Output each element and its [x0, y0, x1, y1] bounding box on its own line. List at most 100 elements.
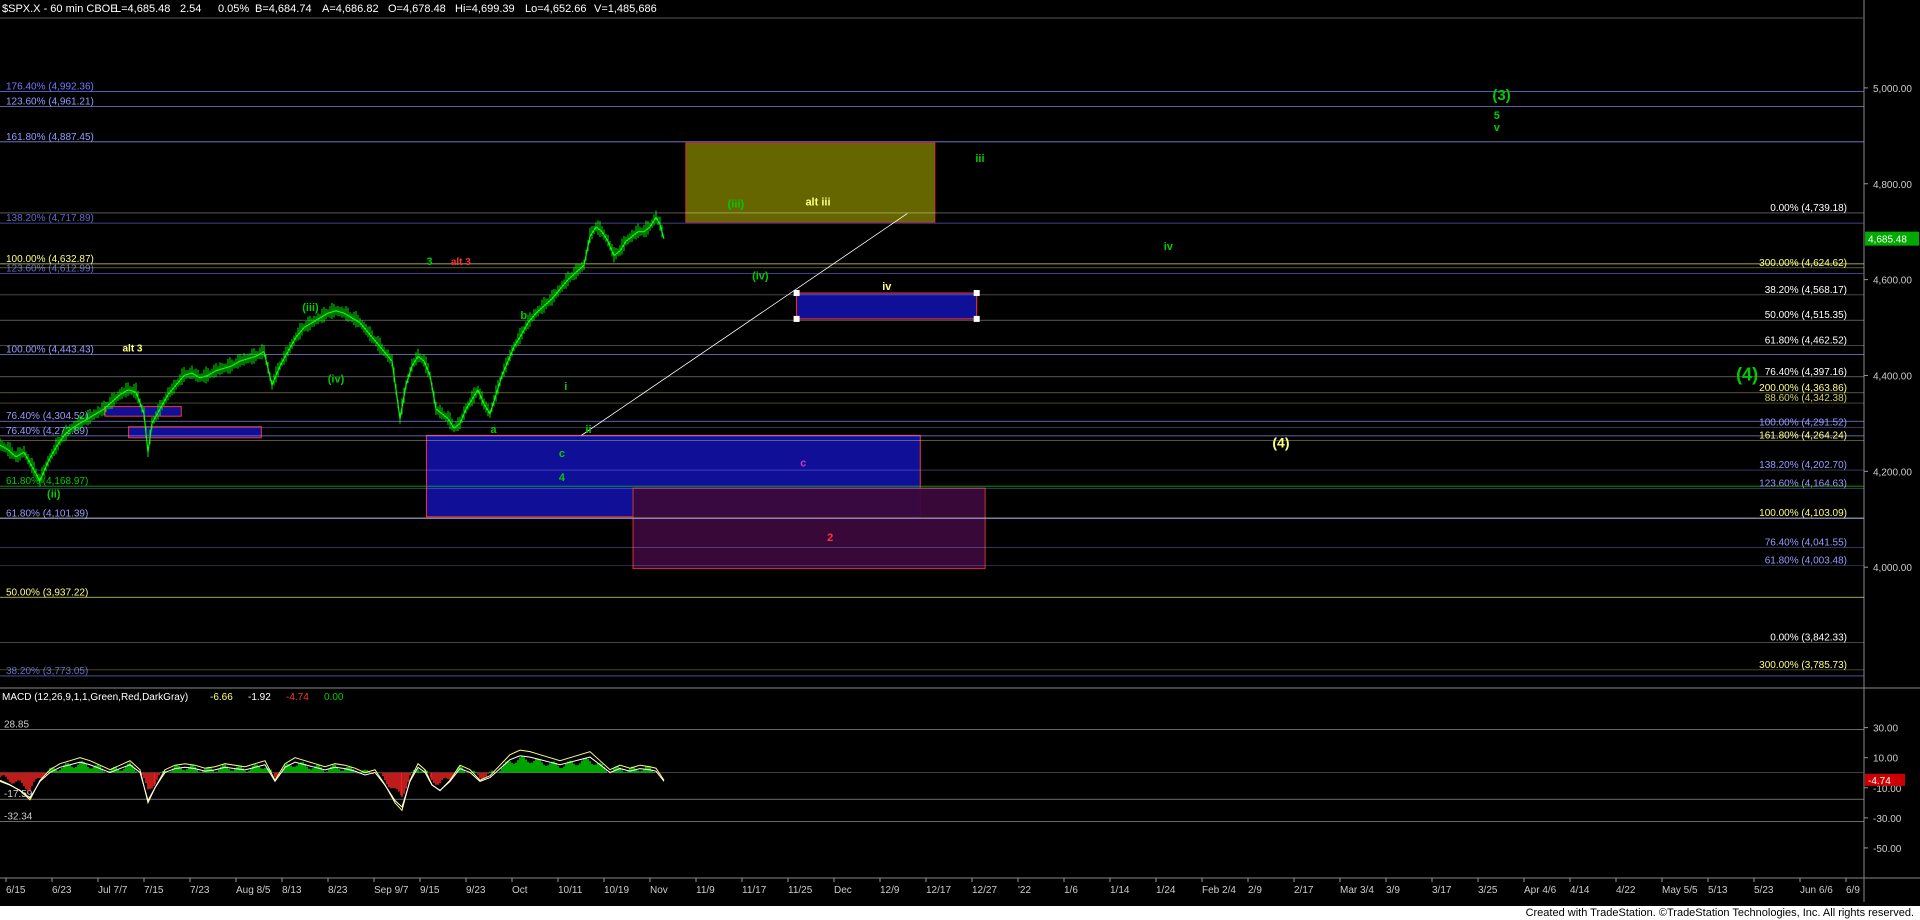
fib-label-left: 176.40% (4,992.36)	[6, 82, 94, 93]
fib-label-right: 38.20% (4,568.17)	[1765, 285, 1847, 296]
fib-label-right: 100.00% (4,291.52)	[1759, 417, 1847, 428]
wave-label: c	[559, 448, 565, 460]
x-tick-label: Sep 9/7	[374, 885, 409, 896]
wave-label: alt 3	[451, 257, 471, 268]
fib-label-left: 61.80% (4,168.97)	[6, 476, 88, 487]
wave-label: 3	[426, 256, 432, 268]
x-tick-label: 5/23	[1754, 885, 1774, 896]
wave-label: (4)	[1736, 364, 1758, 384]
header-open: O=4,678.48	[388, 3, 446, 15]
macd-level-label: -32.34	[4, 811, 33, 822]
price-y-tick-label: 4,000.00	[1873, 563, 1912, 574]
x-tick-label: 7/23	[190, 885, 210, 896]
x-tick-label: 9/15	[420, 885, 440, 896]
price-y-tick-label: 4,200.00	[1873, 467, 1912, 478]
x-tick-label: Mar 3/4	[1340, 885, 1374, 896]
price-y-tick-label: 5,000.00	[1873, 84, 1912, 95]
purple-support-box[interactable]	[632, 487, 986, 570]
x-tick-label: 6/23	[52, 885, 72, 896]
box-handle[interactable]	[793, 315, 800, 322]
wave-label: a	[490, 424, 497, 436]
fib-label-right: 61.80% (4,462.52)	[1765, 335, 1847, 346]
fib-label-right: 76.40% (4,041.55)	[1765, 537, 1847, 548]
x-tick-label: 1/24	[1156, 885, 1176, 896]
x-tick-label: 11/17	[742, 885, 767, 896]
x-tick-label: 12/9	[880, 885, 900, 896]
fib-label-left: 38.20% (3,773.05)	[6, 666, 88, 677]
x-tick-label: 12/27	[972, 885, 997, 896]
fib-label-right: 123.60% (4,164.63)	[1759, 478, 1847, 489]
fib-label-right: 161.80% (4,264.24)	[1759, 431, 1847, 442]
header-low: Lo=4,652.66	[525, 3, 586, 15]
header-symbol: $SPX.X - 60 min CBOE	[2, 3, 118, 15]
x-tick-label: 1/14	[1110, 885, 1130, 896]
header-bid: B=4,684.74	[255, 3, 312, 15]
macd-title: MACD (12,26,9,1,1,Green,Red,DarkGray)	[2, 692, 188, 703]
fib-label-right: 138.20% (4,202.70)	[1759, 460, 1847, 471]
x-tick-label: 3/9	[1386, 885, 1400, 896]
x-tick-label: 3/25	[1478, 885, 1498, 896]
fib-label-right: 50.00% (4,515.35)	[1765, 310, 1847, 321]
x-tick-label: 8/23	[328, 885, 348, 896]
x-tick-label: 4/22	[1616, 885, 1636, 896]
macd-value: 0.00	[324, 692, 344, 703]
x-tick-label: 10/19	[604, 885, 629, 896]
x-tick-label: 2/9	[1248, 885, 1262, 896]
fib-label-left: 100.00% (4,443.43)	[6, 345, 94, 356]
wave-label: 5	[1494, 110, 1500, 122]
wave-label: iii	[975, 153, 984, 165]
wave-label: (iii)	[728, 199, 745, 211]
x-tick-label: 5/13	[1708, 885, 1728, 896]
x-tick-label: 9/23	[466, 885, 486, 896]
header-change: 2.54	[180, 3, 201, 15]
fib-label-left: 161.80% (4,887.45)	[6, 132, 94, 143]
header-last: L=4,685.48	[115, 3, 170, 15]
wave-label: (3)	[1492, 87, 1510, 104]
x-tick-label: 1/6	[1064, 885, 1078, 896]
x-tick-label: Oct	[512, 885, 528, 896]
chart-background	[0, 0, 1920, 920]
box-handle[interactable]	[793, 290, 800, 297]
x-tick-label: 11/25	[788, 885, 813, 896]
fib-label-right: 61.80% (4,003.48)	[1765, 556, 1847, 567]
macd-y-tick-label: 30.00	[1873, 724, 1898, 735]
macd-value: -1.92	[248, 692, 271, 703]
x-tick-label: 10/11	[558, 885, 583, 896]
fib-label-right: 0.00% (4,739.18)	[1770, 203, 1847, 214]
wave-label: (4)	[1272, 434, 1289, 450]
wave-label: v	[1494, 122, 1501, 134]
wave-label: 4	[559, 472, 566, 484]
fib-label-left: 50.00% (3,937.22)	[6, 587, 88, 598]
price-y-tick-label: 4,800.00	[1873, 180, 1912, 191]
x-tick-label: May 5/5	[1662, 885, 1698, 896]
x-tick-label: 6/9	[1846, 885, 1860, 896]
olive-target-box[interactable]	[685, 142, 936, 223]
wave-label: (iv)	[328, 374, 345, 386]
fib-label-left: 123.60% (4,612.99)	[6, 263, 94, 274]
macd-y-tick-label: -30.00	[1873, 814, 1902, 825]
x-tick-label: Nov	[650, 885, 668, 896]
fib-label-left: 76.40% (4,304.52)	[6, 411, 88, 422]
fib-label-right: 300.00% (3,785.73)	[1759, 660, 1847, 671]
wave-label: iv	[882, 281, 892, 293]
x-tick-label: Apr 4/6	[1524, 885, 1557, 896]
x-tick-label: Aug 8/5	[236, 885, 271, 896]
x-tick-label: Jun 6/6	[1800, 885, 1833, 896]
wave-label: b	[520, 310, 527, 322]
last-price-label: 4,685.48	[1868, 235, 1907, 246]
box-handle[interactable]	[973, 315, 980, 322]
x-tick-label: Feb 2/4	[1202, 885, 1236, 896]
macd-current-label: -4.74	[1868, 776, 1891, 787]
wave-label: c	[800, 458, 806, 470]
wave-label: alt 3	[122, 344, 142, 355]
price-chart[interactable]: $SPX.X - 60 min CBOEL=4,685.48 2.54 0.05% B…	[0, 0, 1920, 920]
wave-label: (ii)	[47, 489, 61, 501]
wave-label: 2	[827, 532, 833, 544]
blue-support-box-small[interactable]	[796, 292, 978, 320]
x-tick-label: 12/17	[926, 885, 951, 896]
header-high: Hi=4,699.39	[455, 3, 515, 15]
fib-label-left: 123.60% (4,961.21)	[6, 96, 94, 107]
fib-label-right: 300.00% (4,624.62)	[1759, 258, 1847, 269]
box-handle[interactable]	[973, 290, 980, 297]
header-change-pct: 0.05%	[218, 3, 249, 15]
